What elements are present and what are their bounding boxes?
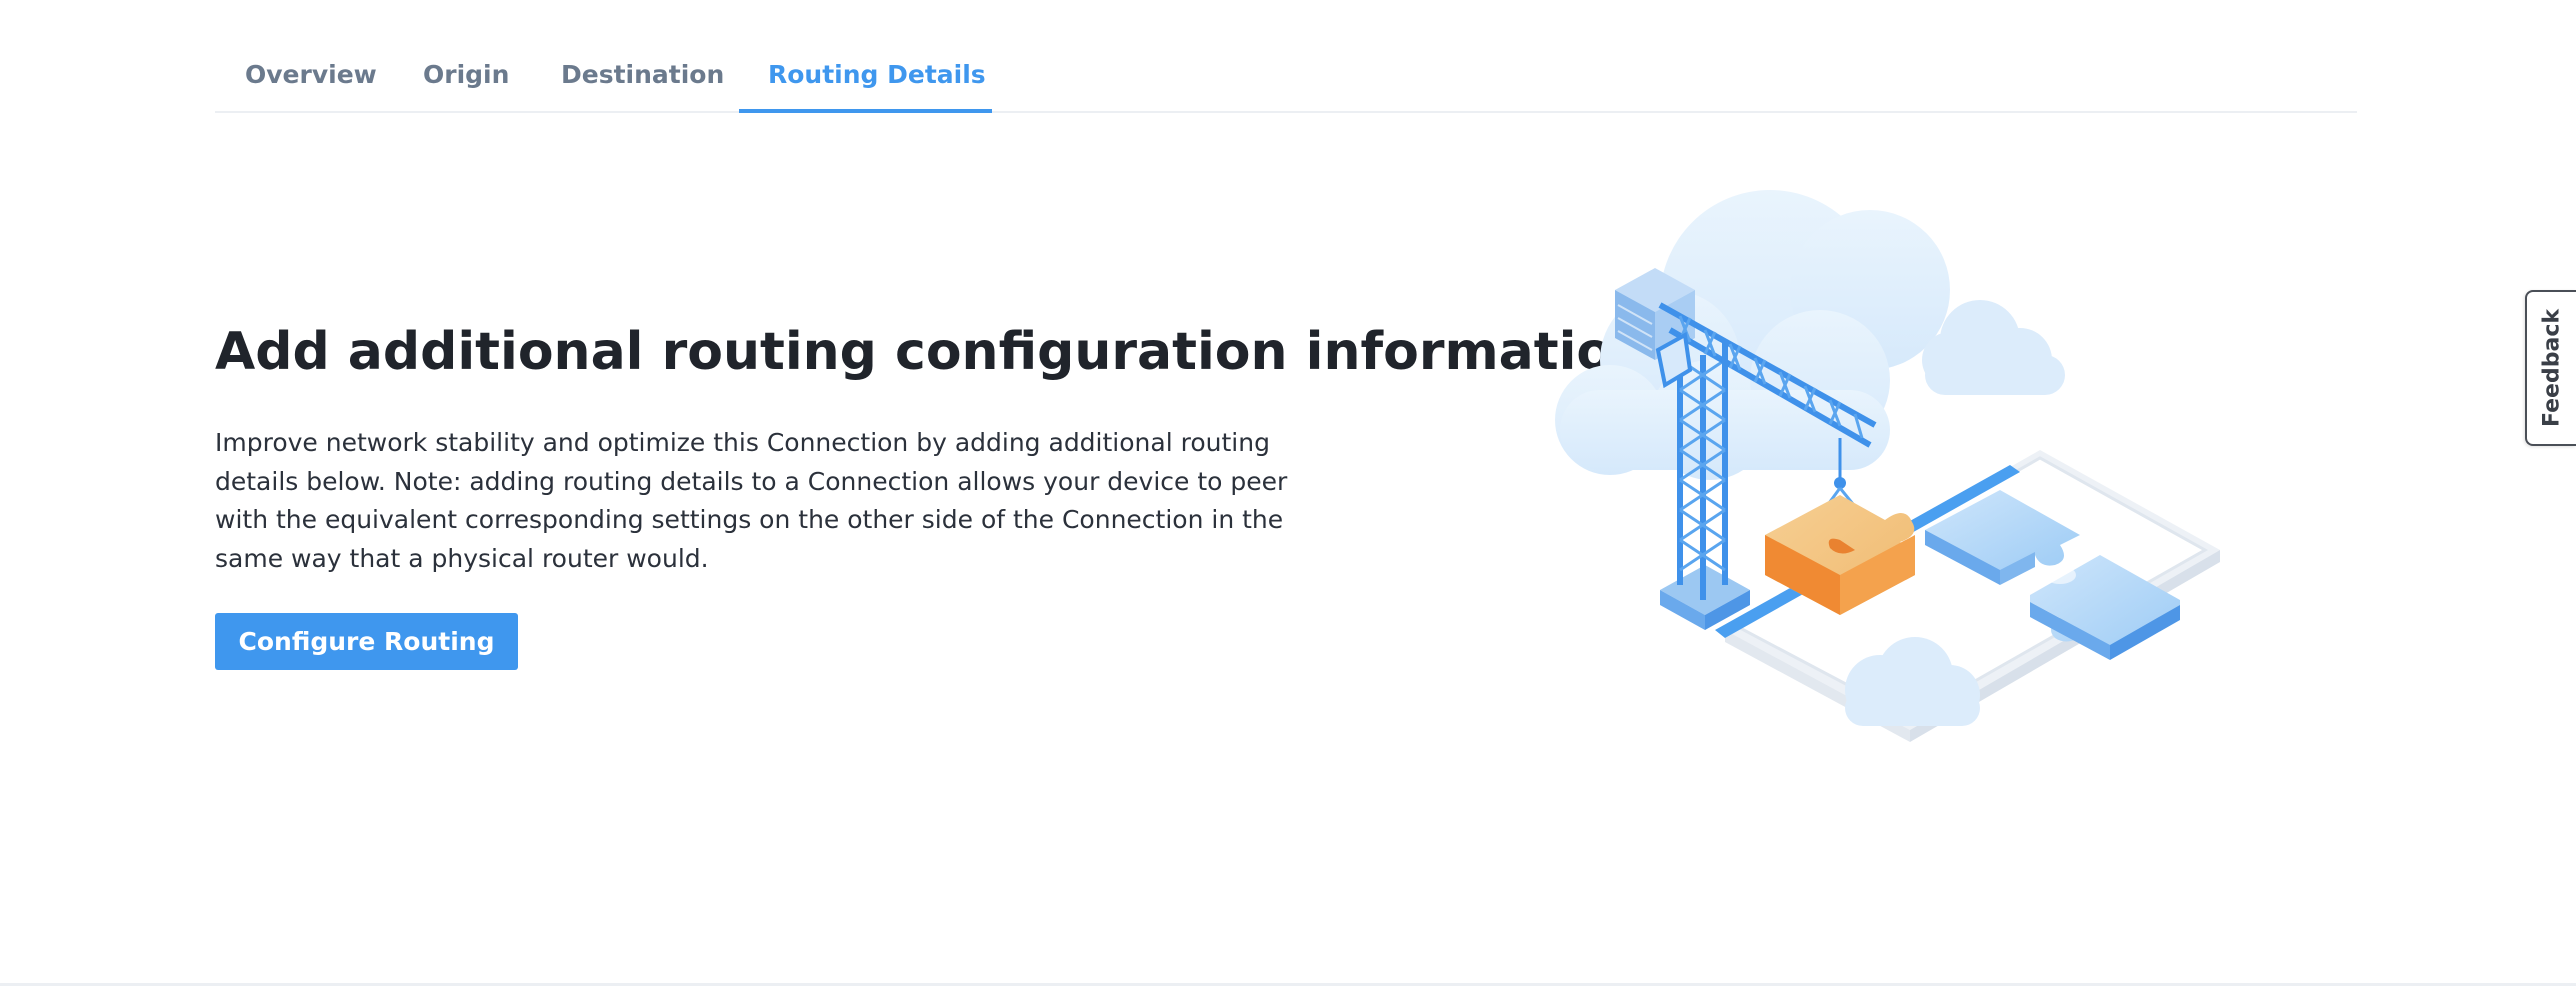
tab-overview[interactable]: Overview: [245, 40, 377, 113]
tab-bar: Overview Origin Destination Routing Deta…: [215, 40, 2357, 113]
configure-routing-button[interactable]: Configure Routing: [215, 613, 518, 670]
tab-routing-details[interactable]: Routing Details: [768, 40, 986, 113]
active-tab-indicator: [739, 109, 992, 113]
crane-puzzle-illustration: [1540, 190, 2230, 820]
tab-origin[interactable]: Origin: [423, 40, 509, 113]
feedback-label: Feedback: [2539, 309, 2564, 427]
page-title: Add additional routing configuration inf…: [215, 322, 1650, 382]
routing-details-page: Overview Origin Destination Routing Deta…: [0, 0, 2576, 986]
tab-destination[interactable]: Destination: [561, 40, 724, 113]
page-description: Improve network stability and optimize t…: [215, 428, 1288, 573]
feedback-tab[interactable]: Feedback: [2525, 290, 2576, 446]
